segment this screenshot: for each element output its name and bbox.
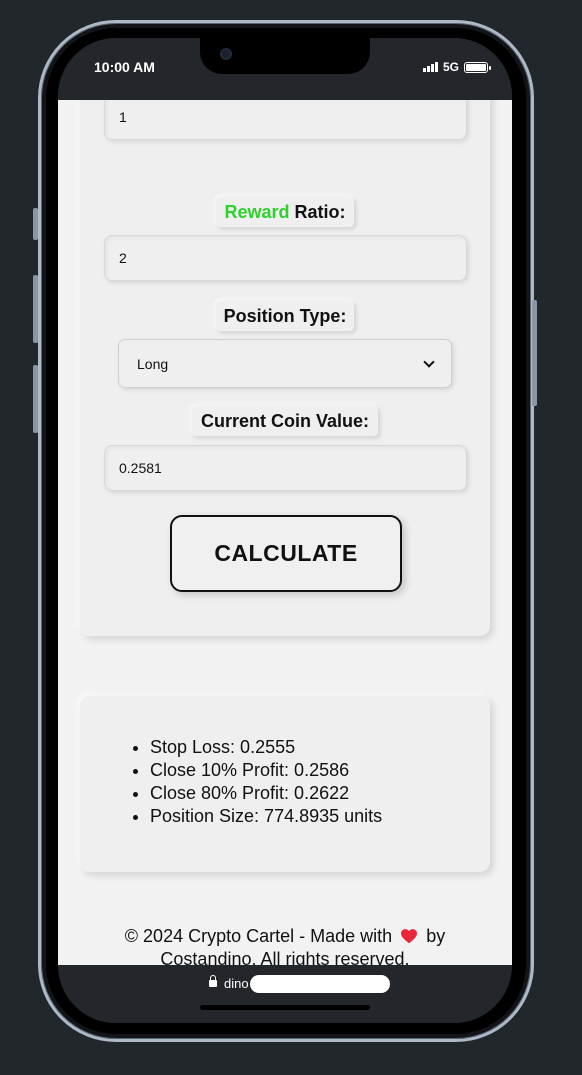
result-close-80-profit: Close 80% Profit: 0.2622 (150, 782, 382, 805)
browser-url-bar[interactable]: dino (58, 965, 512, 1023)
home-indicator[interactable] (200, 1005, 370, 1010)
phone-power-button (532, 300, 537, 406)
result-position-size: Position Size: 774.8935 units (150, 805, 382, 828)
results-list: Stop Loss: 0.2555 Close 10% Profit: 0.25… (150, 736, 382, 828)
position-type-selected: Long (137, 355, 169, 372)
results-card: Stop Loss: 0.2555 Close 10% Profit: 0.25… (80, 696, 490, 872)
status-indicators: 5G (422, 60, 491, 74)
signal-icon (422, 62, 438, 72)
footer-text-start: © 2024 Crypto Cartel - Made with (124, 926, 393, 946)
front-camera (220, 48, 232, 60)
network-label: 5G (442, 60, 459, 74)
result-stop-loss: Stop Loss: 0.2555 (150, 736, 382, 759)
phone-volume-down-button (33, 365, 38, 433)
notch (200, 38, 370, 74)
reward-ratio-input[interactable]: 2 (104, 235, 467, 281)
coin-value-input[interactable]: 0.2581 (104, 445, 467, 491)
phone-screen: 10:00 AM 5G 1 Reward Ratio: 2 Position T… (58, 38, 512, 1023)
reward-ratio-label-rest: Ratio: (289, 201, 346, 222)
phone-volume-up-button (33, 275, 38, 343)
lock-icon (209, 975, 217, 987)
url-text: dino (224, 976, 249, 991)
reward-ratio-label-highlight: Reward (224, 201, 290, 222)
position-type-label: Position Type: (216, 301, 354, 331)
phone-silent-switch (33, 208, 38, 240)
heart-icon (401, 929, 418, 944)
chevron-down-icon (423, 355, 435, 368)
battery-icon (464, 61, 491, 73)
page-footer: © 2024 Crypto Cartel - Made with by Cost… (98, 925, 472, 965)
risk-ratio-input[interactable]: 1 (104, 100, 467, 140)
position-type-select[interactable]: Long (118, 339, 452, 388)
coin-value-label: Current Coin Value: (192, 406, 378, 436)
web-page: 1 Reward Ratio: 2 Position Type: Long Cu… (58, 100, 512, 965)
result-close-10-profit: Close 10% Profit: 0.2586 (150, 759, 382, 782)
reward-ratio-label: Reward Ratio: (216, 197, 354, 227)
calculate-button[interactable]: CALCULATE (170, 515, 402, 592)
status-time: 10:00 AM (94, 59, 155, 75)
status-bar: 10:00 AM 5G (58, 38, 512, 100)
url-redaction (250, 975, 390, 993)
